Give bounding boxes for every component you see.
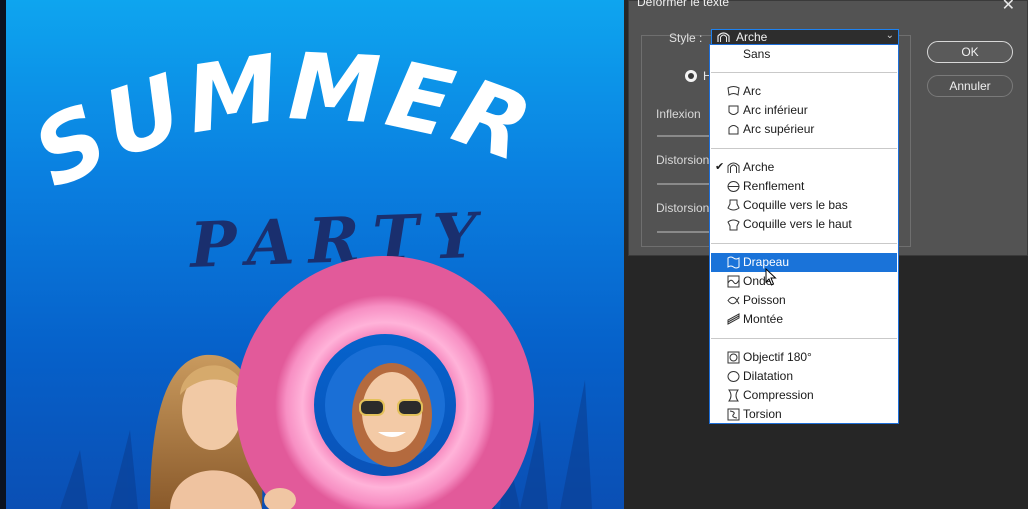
menu-item-fisheye[interactable]: Objectif 180° xyxy=(711,348,897,367)
wave-icon xyxy=(727,275,740,288)
arc-icon xyxy=(727,85,740,98)
menu-item-label: Torsion xyxy=(743,407,782,421)
menu-item-twist[interactable]: Torsion xyxy=(711,405,897,424)
menu-separator xyxy=(711,338,897,339)
woman-in-ring-photo xyxy=(325,345,445,467)
fish-icon xyxy=(727,294,740,307)
menu-item-label: Renflement xyxy=(743,179,805,193)
poster-artwork: SUMMER PARTY xyxy=(18,33,592,509)
squeeze-icon xyxy=(727,389,740,402)
menu-item-label: Objectif 180° xyxy=(743,350,812,364)
style-select-value: Arche xyxy=(736,30,768,44)
menu-item-bulge[interactable]: Renflement xyxy=(711,177,897,196)
menu-item-label: Poisson xyxy=(743,293,786,307)
menu-item-flag[interactable]: Drapeau xyxy=(711,253,897,272)
rise-icon xyxy=(727,313,740,326)
mouse-pointer-icon xyxy=(765,268,777,286)
bend-slider[interactable] xyxy=(657,135,709,137)
ok-button[interactable]: OK xyxy=(927,41,1013,63)
menu-item-arc-upper[interactable]: Arc supérieur xyxy=(711,120,897,139)
vertical-distortion-label: Distorsion xyxy=(656,201,710,215)
menu-item-label: Arc inférieur xyxy=(743,103,808,117)
menu-item-label: Arc supérieur xyxy=(743,122,815,136)
flag-icon xyxy=(727,256,740,269)
menu-item-inflate[interactable]: Dilatation xyxy=(711,367,897,386)
menu-item-wave[interactable]: Onde xyxy=(711,272,897,291)
menu-item-label: Montée xyxy=(743,312,784,326)
menu-item-sans[interactable]: Sans xyxy=(711,45,897,64)
horizontal-radio[interactable] xyxy=(685,70,697,82)
cancel-button[interactable]: Annuler xyxy=(927,75,1013,97)
menu-item-arc-lower[interactable]: Arc inférieur xyxy=(711,101,897,120)
summer-headline: SUMMER xyxy=(18,33,548,209)
menu-item-shell-lower[interactable]: Coquille vers le bas xyxy=(711,196,897,215)
style-select[interactable]: Arche ⌄ xyxy=(711,29,899,45)
chevron-down-icon: ⌄ xyxy=(885,30,894,41)
canvas-edge xyxy=(0,0,6,509)
arc-lower-icon xyxy=(727,104,740,117)
arc-upper-icon xyxy=(727,123,740,136)
menu-item-label: Arche xyxy=(743,160,775,174)
arch-icon xyxy=(717,32,730,42)
menu-item-label: Compression xyxy=(743,388,814,402)
horizontal-distortion-slider[interactable] xyxy=(657,183,709,185)
twist-icon xyxy=(727,408,740,421)
menu-item-arc[interactable]: Arc xyxy=(711,82,897,101)
vertical-distortion-slider[interactable] xyxy=(657,231,709,233)
menu-item-arche[interactable]: ✔ Arche xyxy=(711,158,897,177)
menu-item-label: Dilatation xyxy=(743,369,794,383)
menu-separator xyxy=(711,243,897,244)
inflate-icon xyxy=(727,370,740,383)
menu-item-label: Coquille vers le haut xyxy=(743,217,852,231)
menu-item-rise[interactable]: Montée xyxy=(711,310,897,329)
horizontal-distortion-label: Distorsion xyxy=(656,153,710,167)
menu-item-label: Coquille vers le bas xyxy=(743,198,848,212)
close-icon[interactable]: ✕ xyxy=(1002,0,1015,15)
style-dropdown-menu[interactable]: Sans Arc Arc inférieur Arc supérieur ✔ A… xyxy=(709,44,899,424)
menu-item-label: Arc xyxy=(743,84,761,98)
arch-icon xyxy=(727,161,740,174)
menu-item-squeeze[interactable]: Compression xyxy=(711,386,897,405)
checkmark-icon: ✔ xyxy=(715,161,725,173)
shell-lower-icon xyxy=(727,199,740,212)
menu-item-shell-upper[interactable]: Coquille vers le haut xyxy=(711,215,897,234)
menu-item-label: Sans xyxy=(743,47,771,61)
menu-separator xyxy=(711,148,897,149)
menu-separator xyxy=(711,72,897,73)
shell-upper-icon xyxy=(727,218,740,231)
dialog-title: Déformer le texte xyxy=(637,0,730,9)
fisheye-icon xyxy=(727,351,740,364)
bend-label: Inflexion xyxy=(656,107,701,121)
bulge-icon xyxy=(727,180,740,193)
style-label: Style : xyxy=(669,31,703,45)
menu-item-fish[interactable]: Poisson xyxy=(711,291,897,310)
document-canvas[interactable]: SUMMER PARTY xyxy=(0,0,624,509)
